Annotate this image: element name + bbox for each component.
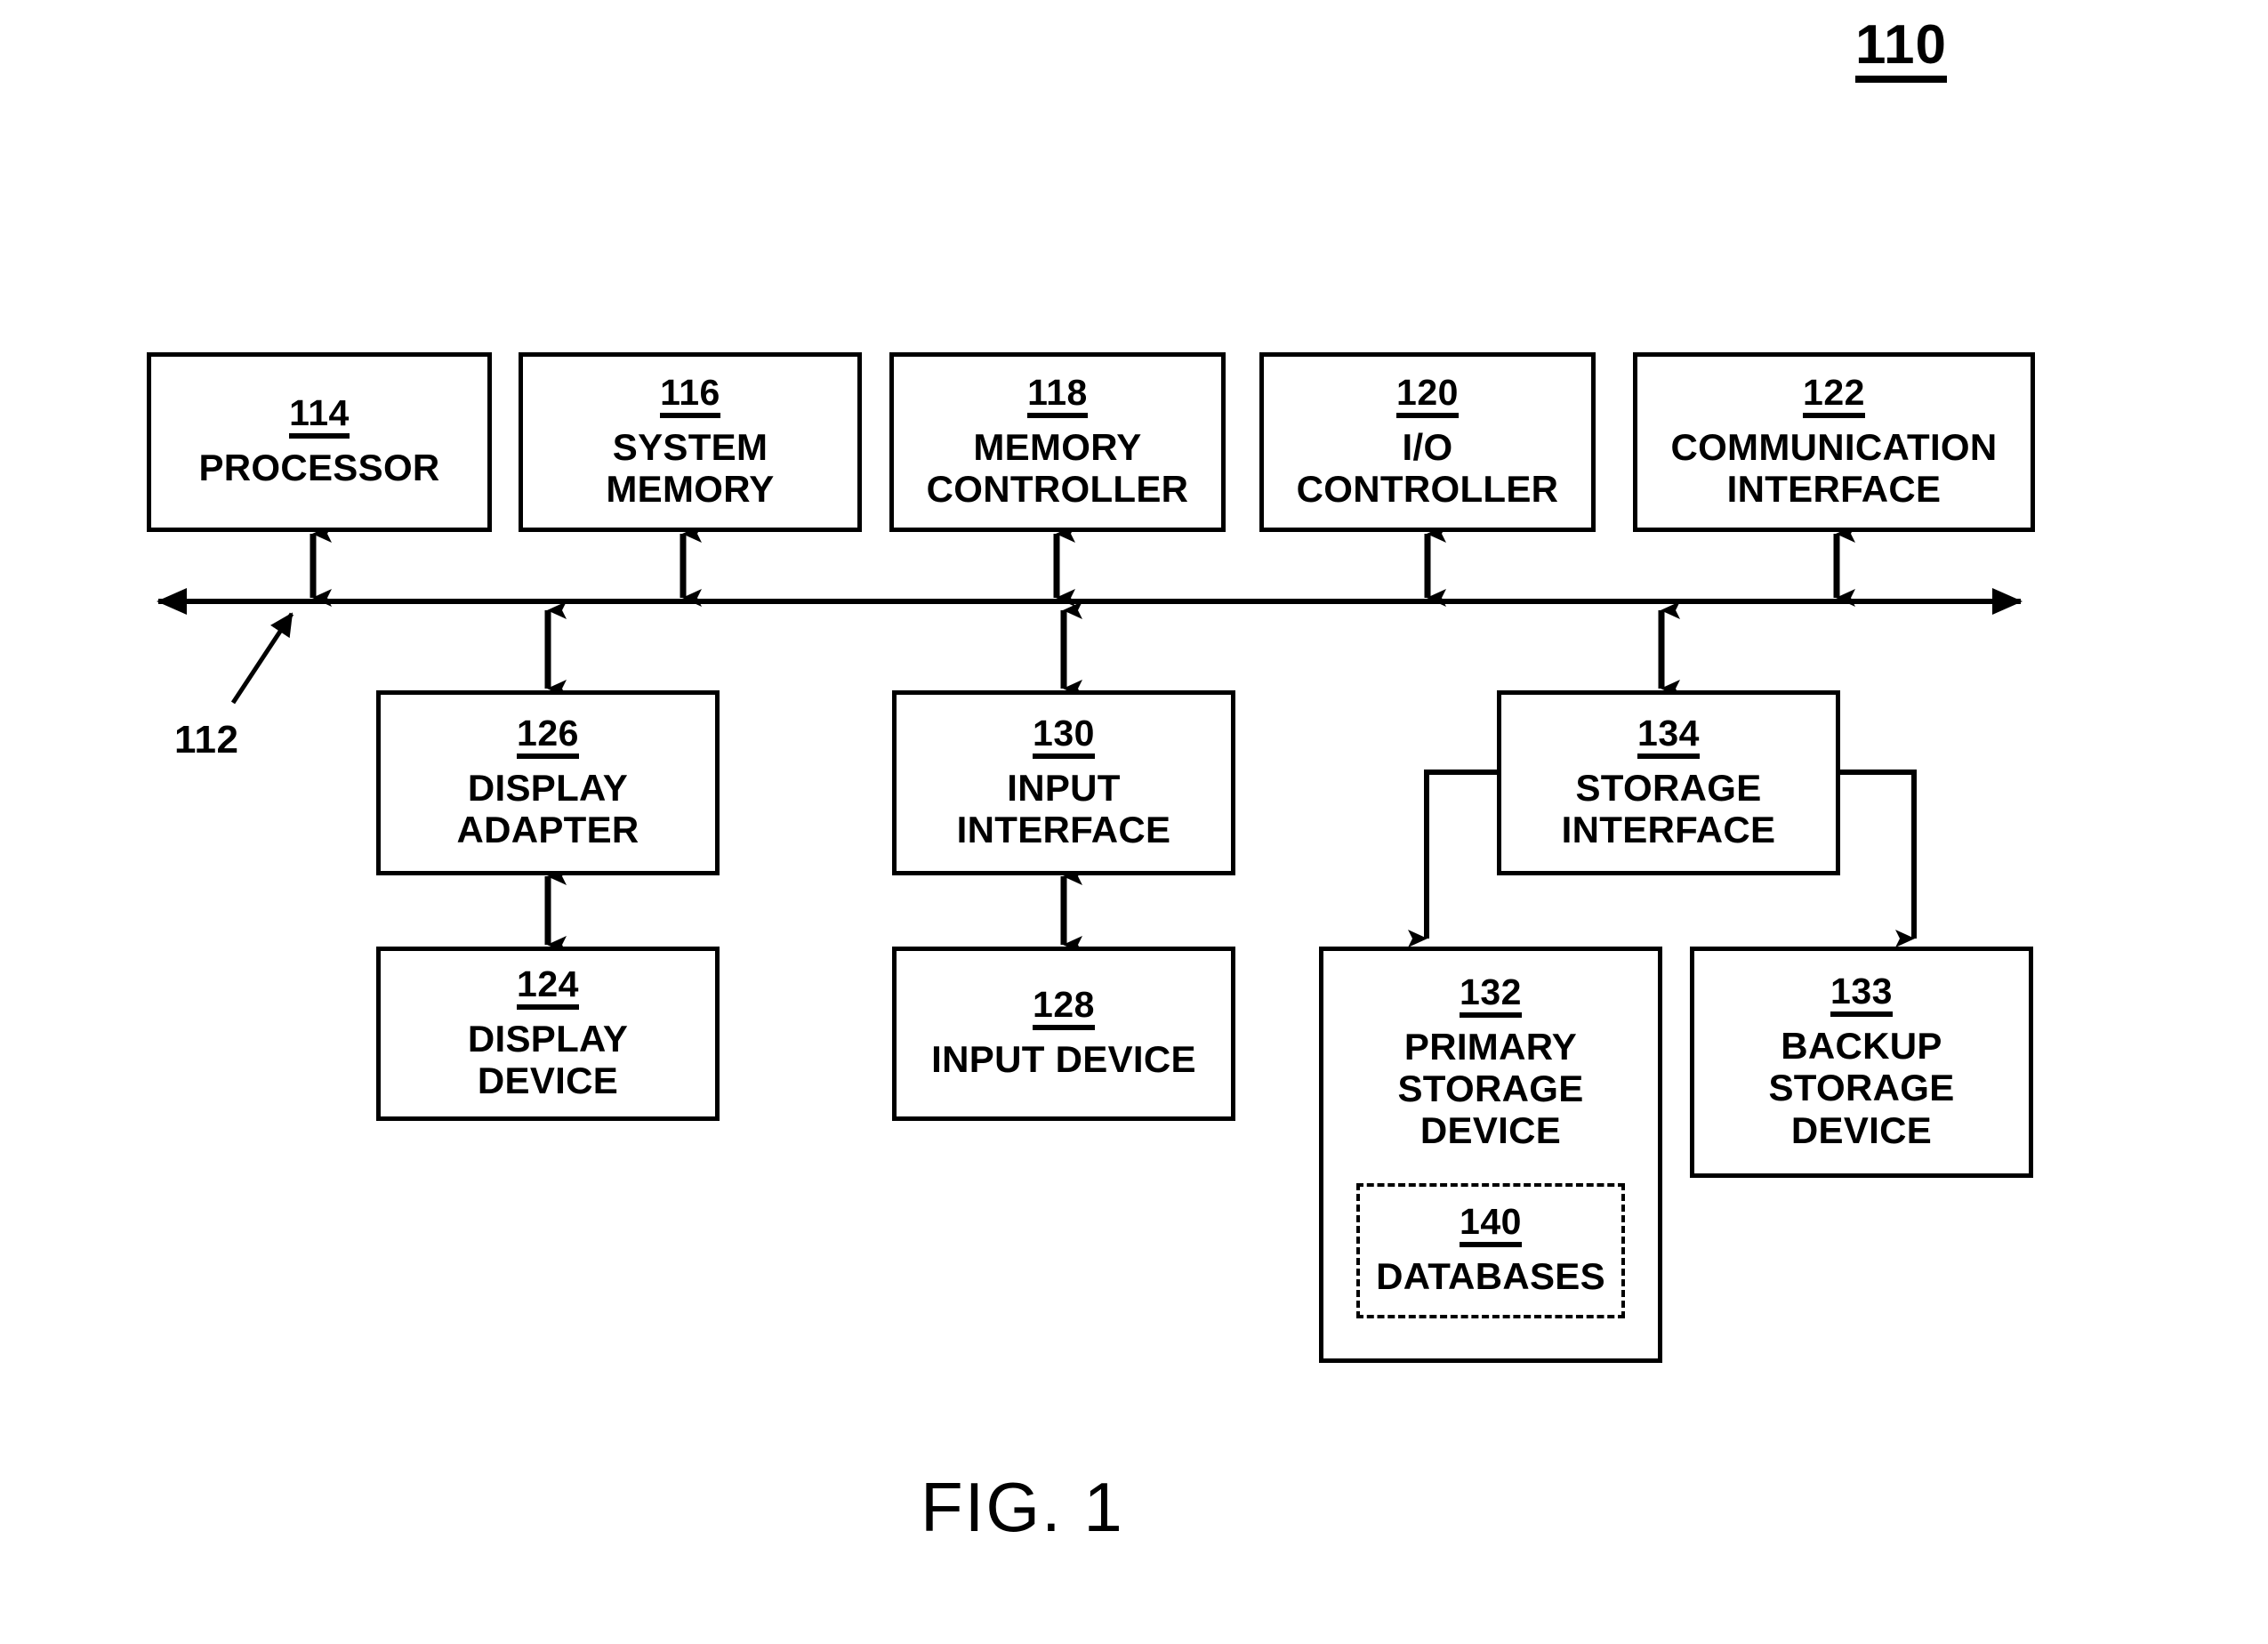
bus-connector-arrows-top xyxy=(310,525,1855,607)
figure-caption: FIG. 1 xyxy=(921,1468,1124,1546)
node-display-device-ref: 124 xyxy=(517,965,579,1010)
node-display-device-label: DISPLAY DEVICE xyxy=(467,1017,629,1101)
node-memory-controller-ref: 118 xyxy=(1027,374,1088,418)
node-backup-storage-device-label: BACKUP STORAGE DEVICE xyxy=(1768,1025,1955,1151)
node-display-adapter-label: DISPLAY ADAPTER xyxy=(456,766,639,850)
node-databases-ref: 140 xyxy=(1460,1204,1522,1248)
node-io-controller: 120 I/O CONTROLLER xyxy=(1259,352,1596,532)
node-system-memory-label: SYSTEM MEMORY xyxy=(606,425,775,510)
node-processor: 114 PROCESSOR xyxy=(147,352,492,532)
node-input-device: 128 INPUT DEVICE xyxy=(892,947,1235,1121)
node-memory-controller-label: MEMORY CONTROLLER xyxy=(926,425,1189,510)
node-display-device: 124 DISPLAY DEVICE xyxy=(376,947,720,1121)
node-communication-interface: 122 COMMUNICATION INTERFACE xyxy=(1633,352,2035,532)
node-io-controller-ref: 120 xyxy=(1396,374,1459,418)
node-memory-controller: 118 MEMORY CONTROLLER xyxy=(889,352,1226,532)
node-display-adapter-ref: 126 xyxy=(517,714,579,759)
device-connector-arrows xyxy=(544,867,1082,954)
node-display-adapter: 126 DISPLAY ADAPTER xyxy=(376,690,720,875)
node-databases: 140 DATABASES xyxy=(1356,1183,1625,1318)
node-databases-label: DATABASES xyxy=(1376,1255,1605,1298)
node-communication-interface-ref: 122 xyxy=(1803,374,1865,418)
node-io-controller-label: I/O CONTROLLER xyxy=(1296,425,1559,510)
node-processor-ref: 114 xyxy=(289,395,350,439)
node-communication-interface-label: COMMUNICATION INTERFACE xyxy=(1670,425,1998,510)
node-backup-storage-device-ref: 133 xyxy=(1830,973,1893,1018)
node-input-interface-label: INPUT INTERFACE xyxy=(956,766,1171,850)
patent-figure: 110 112 114 PROCESSOR 116 SYSTEM MEMORY … xyxy=(0,0,2268,1644)
node-backup-storage-device: 133 BACKUP STORAGE DEVICE xyxy=(1690,947,2033,1178)
bus-leader-line xyxy=(230,612,294,705)
node-system-memory: 116 SYSTEM MEMORY xyxy=(519,352,862,532)
node-storage-interface-label: STORAGE INTERFACE xyxy=(1561,766,1776,850)
bus-connector-arrows-middle xyxy=(544,601,1680,697)
node-input-interface-ref: 130 xyxy=(1033,714,1095,759)
node-input-interface: 130 INPUT INTERFACE xyxy=(892,690,1235,875)
node-processor-label: PROCESSOR xyxy=(198,447,440,489)
node-input-device-label: INPUT DEVICE xyxy=(931,1038,1196,1081)
node-storage-interface: 134 STORAGE INTERFACE xyxy=(1497,690,1840,875)
node-system-memory-ref: 116 xyxy=(660,374,720,418)
node-input-device-ref: 128 xyxy=(1033,987,1095,1031)
system-bus-reference-label: 112 xyxy=(174,718,239,762)
figure-number-label: 110 xyxy=(1855,18,1948,83)
node-primary-storage-device-label: PRIMARY STORAGE DEVICE xyxy=(1397,1026,1584,1152)
node-storage-interface-ref: 134 xyxy=(1637,714,1700,759)
node-primary-storage-device-ref: 132 xyxy=(1460,974,1522,1018)
